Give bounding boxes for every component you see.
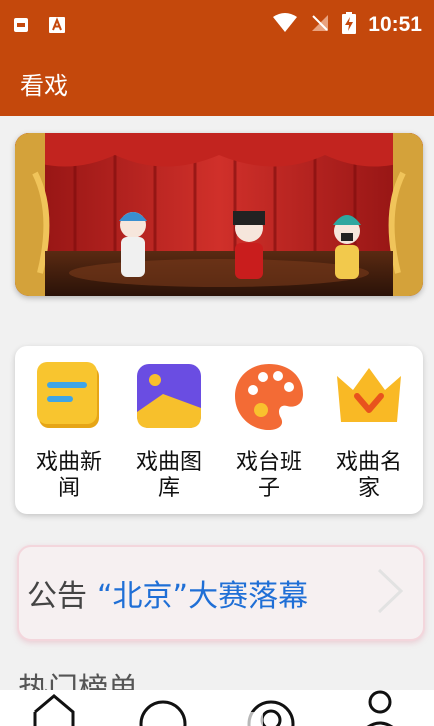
battery-charging-icon — [342, 12, 357, 38]
nav-home[interactable] — [24, 690, 84, 726]
menu-label: 戏曲图库 — [135, 450, 202, 501]
nav-search[interactable] — [133, 690, 193, 726]
search-icon — [138, 690, 188, 726]
status-time: 10:51 — [368, 13, 422, 36]
gallery-icon — [133, 360, 205, 432]
menu-label: 戏曲新闻 — [35, 450, 102, 501]
no-signal-icon — [310, 13, 330, 37]
palette-icon — [233, 360, 305, 432]
app-bar: 看戏 — [0, 50, 434, 116]
nav-discover[interactable] — [241, 690, 301, 726]
news-icon — [33, 360, 105, 432]
profile-icon — [360, 690, 400, 726]
opera-stage-image — [15, 133, 423, 296]
notice-bar[interactable]: 公告 “北京”大赛落幕 — [17, 545, 425, 641]
menu-label: 戏台班子 — [235, 450, 302, 501]
menu-label: 戏曲名家 — [335, 450, 402, 501]
wifi-icon — [272, 13, 298, 37]
status-bar: 10:51 — [0, 0, 434, 50]
menu-item-opera-news[interactable]: 戏曲新闻 — [24, 360, 114, 514]
bottom-navigation — [0, 690, 434, 726]
notice-label: 公告 — [27, 579, 87, 614]
home-icon — [31, 690, 77, 726]
chevron-right-icon[interactable] — [375, 566, 405, 620]
notice-text[interactable]: “北京”大赛落幕 — [97, 571, 347, 615]
page-title: 看戏 — [20, 71, 68, 100]
nav-profile[interactable] — [350, 690, 410, 726]
category-menu: 戏曲新闻 戏曲图库 戏台班子 戏曲名家 — [15, 346, 423, 514]
crown-icon — [333, 360, 405, 432]
menu-item-opera-masters[interactable]: 戏曲名家 — [324, 360, 414, 514]
menu-item-opera-troupe[interactable]: 戏台班子 — [224, 360, 314, 514]
banner-carousel[interactable] — [15, 133, 423, 296]
a-badge-icon — [48, 16, 66, 34]
discover-icon — [241, 690, 301, 726]
menu-item-opera-gallery[interactable]: 戏曲图库 — [124, 360, 214, 514]
sim-card-icon — [12, 16, 30, 34]
